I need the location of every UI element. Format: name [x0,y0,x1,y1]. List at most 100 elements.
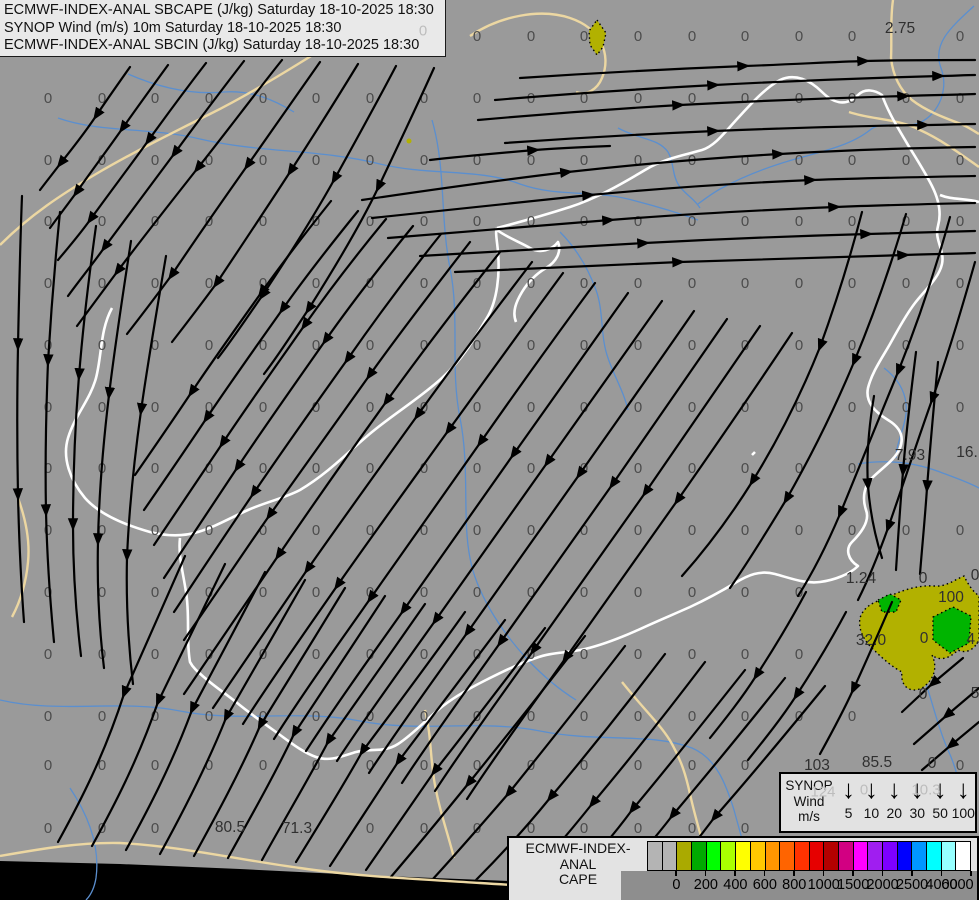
grid-value: 0 [848,275,856,292]
grid-value: 0 [956,399,964,416]
grid-value: 0 [741,152,749,169]
point-value: 0 [919,570,928,587]
grid-value: 0 [848,152,856,169]
point-value: 0 [919,686,928,703]
grid-value: 0 [795,646,803,663]
grid-value: 0 [688,584,696,601]
cape-tick-label: 0 [672,877,681,893]
grid-value: 0 [634,213,642,230]
grid-value: 0 [527,337,535,354]
grid-value: 0 [688,213,696,230]
grid-value: 0 [420,213,428,230]
wind-speed-column: ↓ 50 [929,774,952,831]
cape-tick-label: 1000 [807,877,840,893]
wind-speed-value: 20 [886,805,903,821]
point-value: 0 [971,567,979,584]
grid-value: 0 [741,275,749,292]
cape-scale-cell [779,841,795,871]
point-value: 0 [920,630,929,647]
grid-value: 0 [312,152,320,169]
grid-value: 0 [848,213,856,230]
grid-value: 0 [259,152,267,169]
grid-value: 0 [688,275,696,292]
point-value: 32.0 [856,632,887,649]
weather-map-viewport: 0 0 0 0 0 0 0 0 0 0 0 0 0 0 0 0 0 0 0 0 0 0 0 0 0 0 0 0 0 0 0 0 0 0 0 0 0 0 0 0… [0,0,979,900]
cape-tick-label: 2000 [866,877,899,893]
wind-legend: SYNOP Wind m/s ↓ 5 ↓ 10 ↓ 20 ↓ 30 ↓ 50 ↓ 100 [779,772,977,833]
grid-value: 0 [259,90,267,107]
wind-legend-caption: SYNOP Wind m/s [781,774,837,831]
grid-value: 0 [795,337,803,354]
grid-value: 0 [956,213,964,230]
point-value: 80.5 [215,819,245,836]
cape-scale-cell [852,841,869,871]
grid-value: 0 [473,213,481,230]
grid-value: 0 [98,213,106,230]
cape-scale-cell [896,841,913,871]
grid-value: 0 [688,646,696,663]
cape-tick-label: 1500 [837,877,870,893]
map-canvas: 0 0 0 0 0 0 0 0 0 0 0 0 0 0 0 0 0 0 0 0 0 0 0 0 0 0 0 0 0 0 0 0 0 0 0 0 0 0 0 0… [0,0,979,900]
wind-legend-unit: m/s [798,809,820,824]
grid-value: 0 [741,460,749,477]
cape-scale-cell [823,841,839,871]
grid-value: 0 [580,275,588,292]
grid-value: 0 [420,646,428,663]
grid-value: 0 [848,337,856,354]
point-value: 1.24 [846,570,877,587]
wind-arrow-icon: ↓ [841,774,855,804]
cape-scale-cell [749,841,766,871]
grid-value: 0 [527,275,535,292]
point-value: 16. [956,444,978,461]
wind-speed-value: 10 [863,805,880,821]
wind-speed-value: 30 [909,805,926,821]
grid-value: 0 [741,646,749,663]
point-value: 4. [967,631,979,648]
grid-value: 0 [741,708,749,725]
grid-value: 0 [98,708,106,725]
point-value: 0 [928,755,937,772]
grid-value: 0 [205,337,213,354]
point-value: 71.3 [282,820,312,837]
point-value: 7.93 [895,447,925,464]
cape-tick-label: 600 [752,877,777,893]
grid-value: 0 [151,275,159,292]
grid-value: 0 [44,646,52,663]
grid-value: 0 [420,275,428,292]
grid-value: 0 [527,460,535,477]
wind-speed-column: ↓ 100 [952,774,975,831]
wind-arrow-icon: ↓ [887,774,901,804]
wind-arrow-icon: ↓ [956,774,970,804]
grid-value: 0 [848,399,856,416]
wind-speed-column: ↓ 30 [906,774,929,831]
cape-scale-cell [837,841,854,871]
grid-value: 0 [44,820,52,837]
cape-tick [793,871,795,876]
grid-value: 0 [259,399,267,416]
wind-legend-param: Wind [793,793,825,809]
grid-value: 0 [902,275,910,292]
grid-value: 0 [473,399,481,416]
grid-value: 0 [44,275,52,292]
grid-value: 0 [44,522,52,539]
grid-value: 0 [366,460,374,477]
cape-scale-cell [911,841,928,871]
grid-value: 0 [848,28,856,45]
grid-value: 0 [848,522,856,539]
grid-value: 0 [44,399,52,416]
grid-value: 0 [527,152,535,169]
wind-speed-value: 5 [844,805,853,821]
grid-value: 0 [580,708,588,725]
grid-value: 0 [795,28,803,45]
cape-scale-cell [676,841,693,871]
grid-value: 0 [312,646,320,663]
wind-arrow-icon: ↓ [933,774,947,804]
cape-tick-label: 200 [693,877,719,893]
grid-value: 0 [956,337,964,354]
grid-value: 0 [634,757,642,774]
cape-tick [852,871,854,876]
grid-value: 0 [312,522,320,539]
cape-scale-cell [661,841,678,871]
wind-speed-value: 50 [932,805,948,821]
cape-scale-cell [735,841,751,871]
